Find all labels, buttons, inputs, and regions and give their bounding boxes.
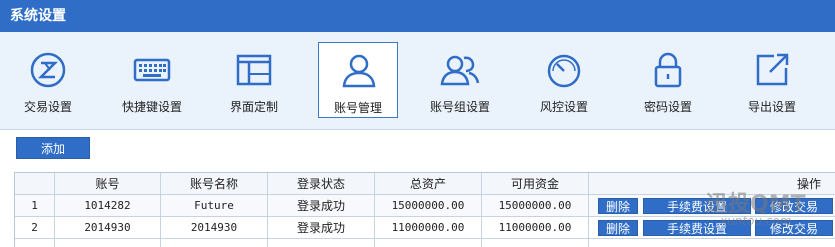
tool-risk-control[interactable]: 风控设置 — [524, 42, 604, 118]
account-name: Future — [161, 195, 268, 217]
row-index: 2 — [15, 217, 55, 239]
empty-cell — [482, 239, 589, 247]
tool-account-group[interactable]: 账号组设置 — [420, 42, 500, 118]
tool-label: 密码设置 — [643, 100, 692, 114]
col-index — [15, 173, 55, 195]
tool-ui-customize[interactable]: 界面定制 — [214, 42, 294, 118]
tool-export[interactable]: 导出设置 — [732, 42, 812, 118]
col-total-assets[interactable]: 总资产 — [375, 173, 482, 195]
available-funds: 15000000.00 — [482, 195, 589, 217]
col-account-name[interactable]: 账号名称 — [161, 173, 268, 195]
gauge-icon — [547, 54, 581, 88]
tool-account-management[interactable]: 账号管理 — [318, 42, 398, 118]
delete-button[interactable]: 删除 — [598, 198, 638, 214]
accounts-table: 账号 账号名称 登录状态 总资产 可用资金 操作 1 1014282 Futur… — [14, 172, 835, 247]
tool-password[interactable]: 密码设置 — [628, 42, 708, 118]
export-icon — [756, 53, 789, 86]
login-status: 登录成功 — [268, 195, 375, 217]
total-assets: 11000000.00 — [375, 217, 482, 239]
layout-icon — [236, 54, 272, 86]
tool-label: 交易设置 — [23, 100, 72, 114]
empty-cell — [15, 239, 55, 247]
lock-icon — [654, 52, 682, 88]
delete-button[interactable]: 删除 — [598, 220, 638, 236]
empty-cell — [589, 239, 835, 247]
available-funds: 11000000.00 — [482, 217, 589, 239]
col-login-status[interactable]: 登录状态 — [268, 173, 375, 195]
table-header: 账号 账号名称 登录状态 总资产 可用资金 操作 — [15, 173, 835, 195]
table-row[interactable]: 2 2014930 2014930 登录成功 11000000.00 11000… — [15, 217, 835, 239]
fee-settings-button[interactable]: 手续费设置 — [643, 198, 751, 214]
operations-cell: 删除 手续费设置 修改交易 — [589, 217, 835, 239]
account-name: 2014930 — [161, 217, 268, 239]
tool-label: 账号管理 — [333, 101, 382, 115]
empty-cell — [375, 239, 482, 247]
keyboard-icon — [133, 58, 171, 82]
empty-cell — [161, 239, 268, 247]
empty-cell — [55, 239, 161, 247]
modify-trade-button[interactable]: 修改交易 — [755, 198, 833, 214]
total-assets: 15000000.00 — [375, 195, 482, 217]
tool-label: 风控设置 — [539, 100, 588, 114]
window-title: 系统设置 — [0, 0, 835, 32]
account-id: 1014282 — [55, 195, 161, 217]
user-group-icon — [440, 55, 480, 86]
table-row-empty — [15, 239, 835, 247]
empty-cell — [268, 239, 375, 247]
col-operations: 操作 — [589, 173, 835, 195]
user-icon — [342, 54, 376, 88]
tool-label: 导出设置 — [747, 100, 796, 114]
trade-settings-icon — [30, 52, 66, 88]
tool-label: 界面定制 — [229, 100, 278, 114]
add-account-button[interactable]: 添加 — [16, 137, 90, 159]
operations-cell: 删除 手续费设置 修改交易 — [589, 195, 835, 217]
tool-label: 快捷键设置 — [121, 100, 182, 114]
fee-settings-button[interactable]: 手续费设置 — [643, 220, 751, 236]
settings-toolbar: 交易设置 快捷键设置 界面定制 账号管理 账号组设置 风控设置 密码设置 导出设… — [0, 32, 835, 130]
table-row[interactable]: 1 1014282 Future 登录成功 15000000.00 150000… — [15, 195, 835, 217]
modify-trade-button[interactable]: 修改交易 — [755, 220, 833, 236]
tool-trade-settings[interactable]: 交易设置 — [8, 42, 88, 118]
tool-shortcut-settings[interactable]: 快捷键设置 — [112, 42, 192, 118]
col-available-funds[interactable]: 可用资金 — [482, 173, 589, 195]
col-account[interactable]: 账号 — [55, 173, 161, 195]
row-index: 1 — [15, 195, 55, 217]
account-id: 2014930 — [55, 217, 161, 239]
login-status: 登录成功 — [268, 217, 375, 239]
tool-label: 账号组设置 — [429, 100, 490, 114]
